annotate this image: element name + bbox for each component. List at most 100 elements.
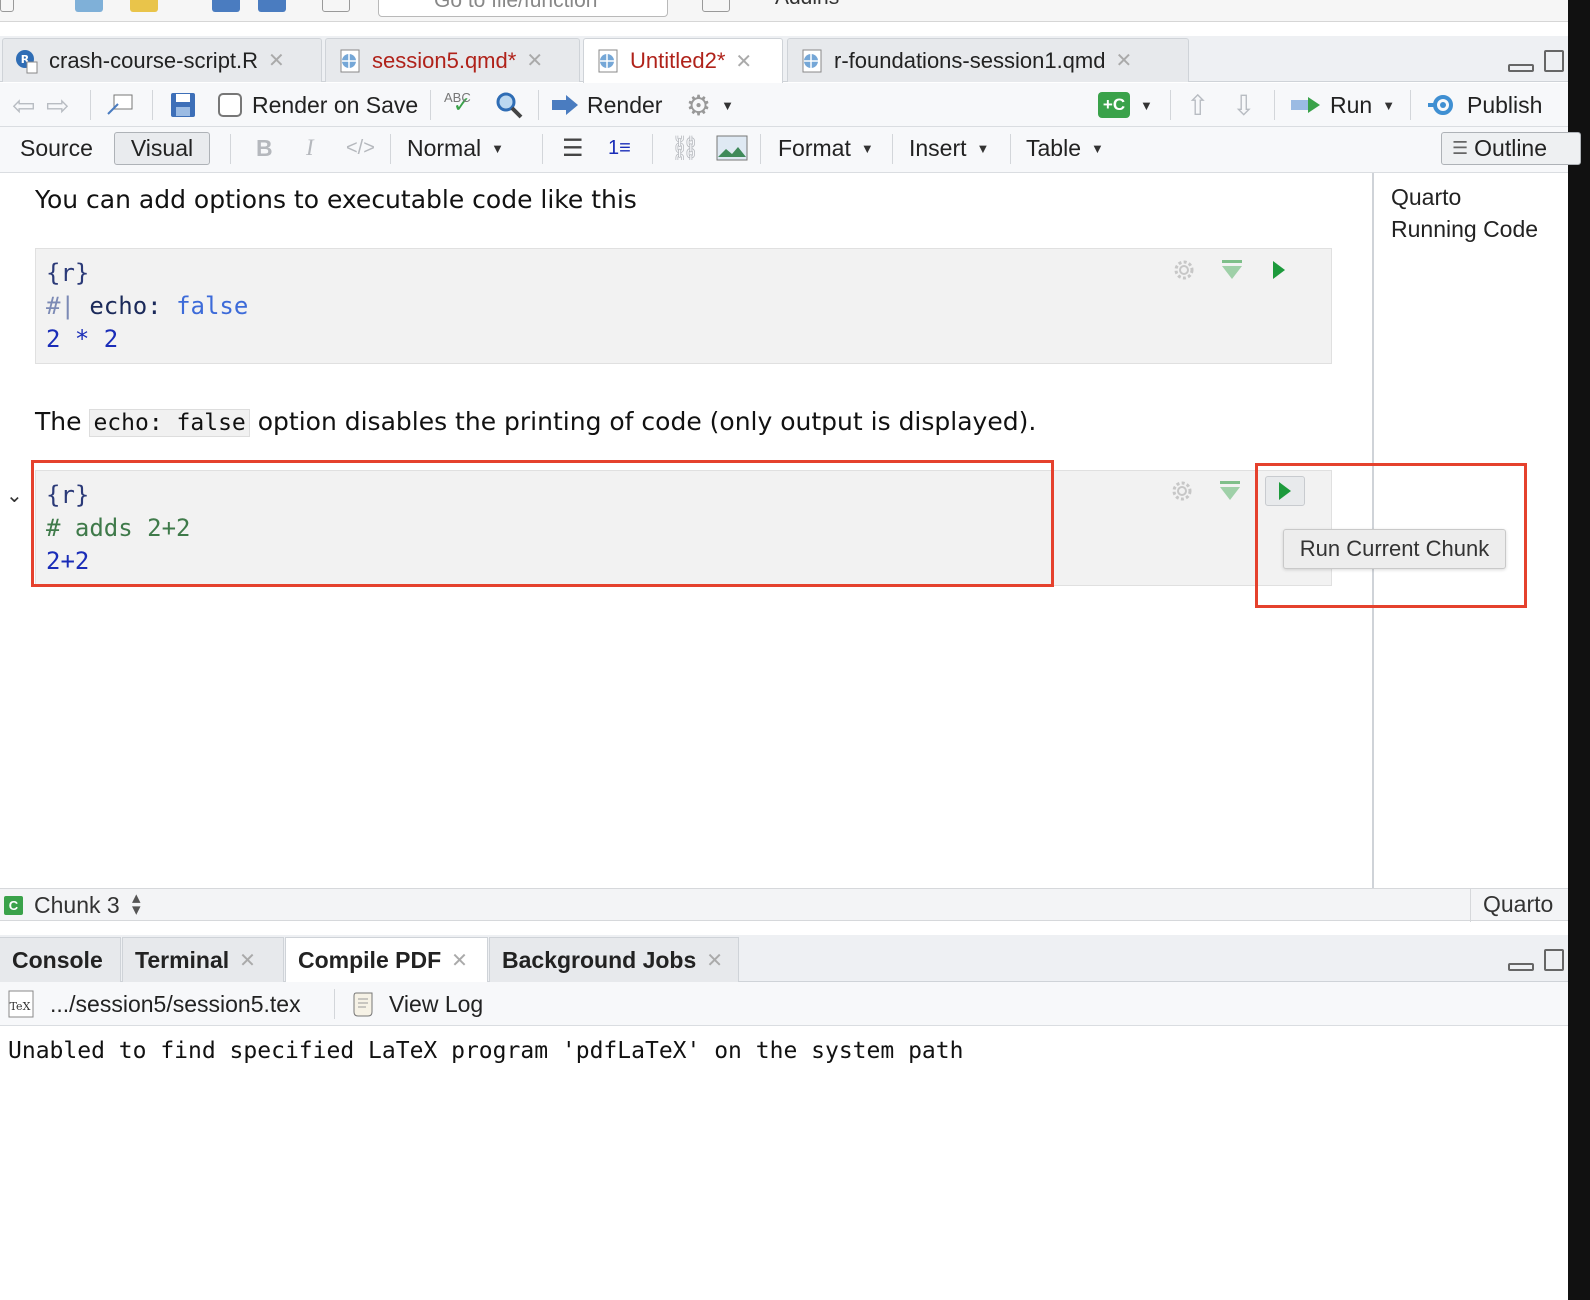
close-icon[interactable]: ✕ — [451, 948, 468, 973]
tab-terminal[interactable]: Terminal ✕ — [122, 937, 284, 982]
code-button[interactable]: </> — [346, 127, 375, 169]
tex-file-link[interactable]: TeX .../session5/session5.tex — [6, 982, 301, 1026]
tab-session5[interactable]: session5.qmd* ✕ — [325, 38, 580, 82]
close-icon[interactable]: ✕ — [706, 948, 723, 973]
chevron-down-icon: ▼ — [976, 140, 990, 156]
layout-icon[interactable] — [702, 0, 730, 12]
run-chunk-button[interactable] — [1267, 258, 1291, 282]
chunk-option-key: echo: — [89, 292, 162, 320]
outline-toggle-button[interactable]: ☰ Outline — [1441, 132, 1581, 165]
render-button[interactable]: Render — [550, 83, 662, 127]
italic-button[interactable]: I — [306, 127, 314, 169]
table-menu[interactable]: Table ▼ — [1026, 127, 1104, 169]
close-icon[interactable]: ✕ — [239, 948, 256, 973]
quarto-file-icon — [800, 48, 824, 74]
save-icon[interactable] — [212, 0, 240, 12]
project-icon[interactable] — [75, 0, 103, 12]
view-log-label: View Log — [389, 990, 484, 1017]
tab-console[interactable]: Console — [0, 937, 121, 982]
run-previous-chunks-icon[interactable] — [1221, 259, 1243, 281]
pane-window-controls — [1508, 949, 1564, 971]
tab-label: session5.qmd* — [372, 47, 517, 73]
chevron-down-icon: ▼ — [860, 140, 874, 156]
minimize-pane-icon[interactable] — [1508, 64, 1534, 72]
gear-icon[interactable] — [1171, 257, 1197, 283]
chunk-navigator[interactable]: Chunk 3 — [34, 892, 120, 919]
close-icon[interactable]: ✕ — [1115, 48, 1132, 73]
publish-button[interactable]: Publish — [1426, 83, 1542, 127]
source-mode-button[interactable]: Source — [20, 127, 93, 169]
chevron-down-icon: ▼ — [1382, 97, 1396, 113]
image-icon[interactable] — [716, 127, 748, 169]
new-file-icon[interactable] — [0, 0, 14, 12]
format-label: Format — [778, 134, 851, 161]
run-arrow-icon — [1291, 97, 1320, 113]
gear-icon: ⚙ — [686, 89, 712, 121]
outline-item[interactable]: Running Code — [1391, 213, 1568, 245]
render-on-save-checkbox[interactable]: Render on Save — [218, 83, 418, 127]
back-icon[interactable]: ⇦ — [12, 83, 35, 127]
paragraph[interactable]: The echo: false option disables the prin… — [35, 407, 1036, 437]
link-icon[interactable]: ⛓ — [670, 127, 700, 169]
tab-r-foundations[interactable]: r-foundations-session1.qmd ✕ — [787, 38, 1189, 82]
save-icon[interactable] — [170, 83, 196, 127]
format-menu[interactable]: Format ▼ — [778, 127, 874, 169]
tab-background-jobs[interactable]: Background Jobs ✕ — [489, 937, 739, 982]
addins-menu[interactable]: Addins — [775, 0, 839, 10]
checkbox-box[interactable] — [218, 93, 242, 117]
next-chunk-icon[interactable]: ⇩ — [1232, 83, 1255, 127]
view-log-button[interactable]: View Log — [352, 982, 483, 1026]
block-style-dropdown[interactable]: Normal ▼ — [407, 127, 504, 169]
close-icon[interactable]: ✕ — [735, 49, 752, 74]
close-icon[interactable]: ✕ — [268, 48, 285, 73]
paragraph[interactable]: You can add options to executable code l… — [35, 185, 637, 214]
tab-compile-pdf[interactable]: Compile PDF ✕ — [285, 937, 488, 982]
outline-item[interactable]: Quarto — [1391, 181, 1568, 213]
chunk-option-prefix: #| — [46, 292, 75, 320]
chunk-icon: C — [4, 896, 23, 915]
forward-icon[interactable]: ⇨ — [46, 83, 69, 127]
tab-crash-course-script[interactable]: R crash-course-script.R ✕ — [2, 38, 322, 82]
gear-icon[interactable] — [1169, 478, 1195, 504]
insert-menu[interactable]: Insert ▼ — [909, 127, 989, 169]
insert-chunk-button[interactable]: +C ▼ — [1098, 83, 1153, 127]
tab-untitled2[interactable]: Untitled2* ✕ — [583, 38, 783, 83]
render-arrow-icon — [552, 95, 578, 115]
maximize-pane-icon[interactable] — [1544, 50, 1564, 72]
tooltip: Run Current Chunk — [1283, 529, 1506, 569]
bold-button[interactable]: B — [256, 127, 273, 169]
code-chunk-1[interactable]: {r} #| echo: false 2 * 2 — [35, 248, 1332, 364]
run-label: Run — [1330, 91, 1373, 118]
updown-icon[interactable]: ▴ ▾ — [132, 889, 141, 918]
goto-file-input[interactable]: Go to file/function — [378, 0, 668, 17]
insert-label: Insert — [909, 134, 967, 161]
tab-label: Terminal — [135, 946, 230, 973]
editor-toolbar: ⇦ ⇨ Render on Save ABC ✓ Render ⚙ ▼ +C ▼… — [0, 83, 1568, 127]
add-chunk-icon: +C — [1098, 92, 1130, 118]
document-type-menu[interactable]: Quarto — [1470, 889, 1553, 922]
collapse-chunk-icon[interactable]: ⌄ — [6, 483, 23, 508]
visual-mode-button[interactable]: Visual — [114, 132, 210, 165]
open-folder-icon[interactable] — [130, 0, 158, 12]
close-icon[interactable]: ✕ — [526, 48, 543, 73]
numbered-list-icon[interactable]: 1≡ — [608, 127, 631, 169]
previous-chunk-icon[interactable]: ⇧ — [1186, 83, 1209, 127]
chunk-actions — [1171, 257, 1291, 283]
minimize-pane-icon[interactable] — [1508, 963, 1534, 971]
find-replace-icon[interactable] — [494, 83, 524, 127]
save-all-icon[interactable] — [258, 0, 286, 12]
r-file-icon: R — [15, 48, 39, 74]
render-options-button[interactable]: ⚙ ▼ — [686, 83, 734, 127]
tab-label: Console — [12, 946, 103, 973]
play-icon — [1273, 261, 1285, 279]
maximize-pane-icon[interactable] — [1544, 949, 1564, 971]
show-in-window-icon[interactable] — [106, 83, 136, 127]
spellcheck-icon[interactable]: ABC ✓ — [444, 83, 471, 127]
text: The — [35, 407, 82, 436]
print-icon[interactable] — [322, 0, 350, 12]
compile-pdf-toolbar: TeX .../session5/session5.tex View Log — [0, 982, 1568, 1026]
bullet-list-icon[interactable]: ☰ — [562, 127, 584, 169]
run-previous-chunks-icon[interactable] — [1219, 480, 1241, 502]
tab-label: crash-course-script.R — [49, 47, 259, 73]
run-button[interactable]: Run ▼ — [1290, 83, 1395, 127]
